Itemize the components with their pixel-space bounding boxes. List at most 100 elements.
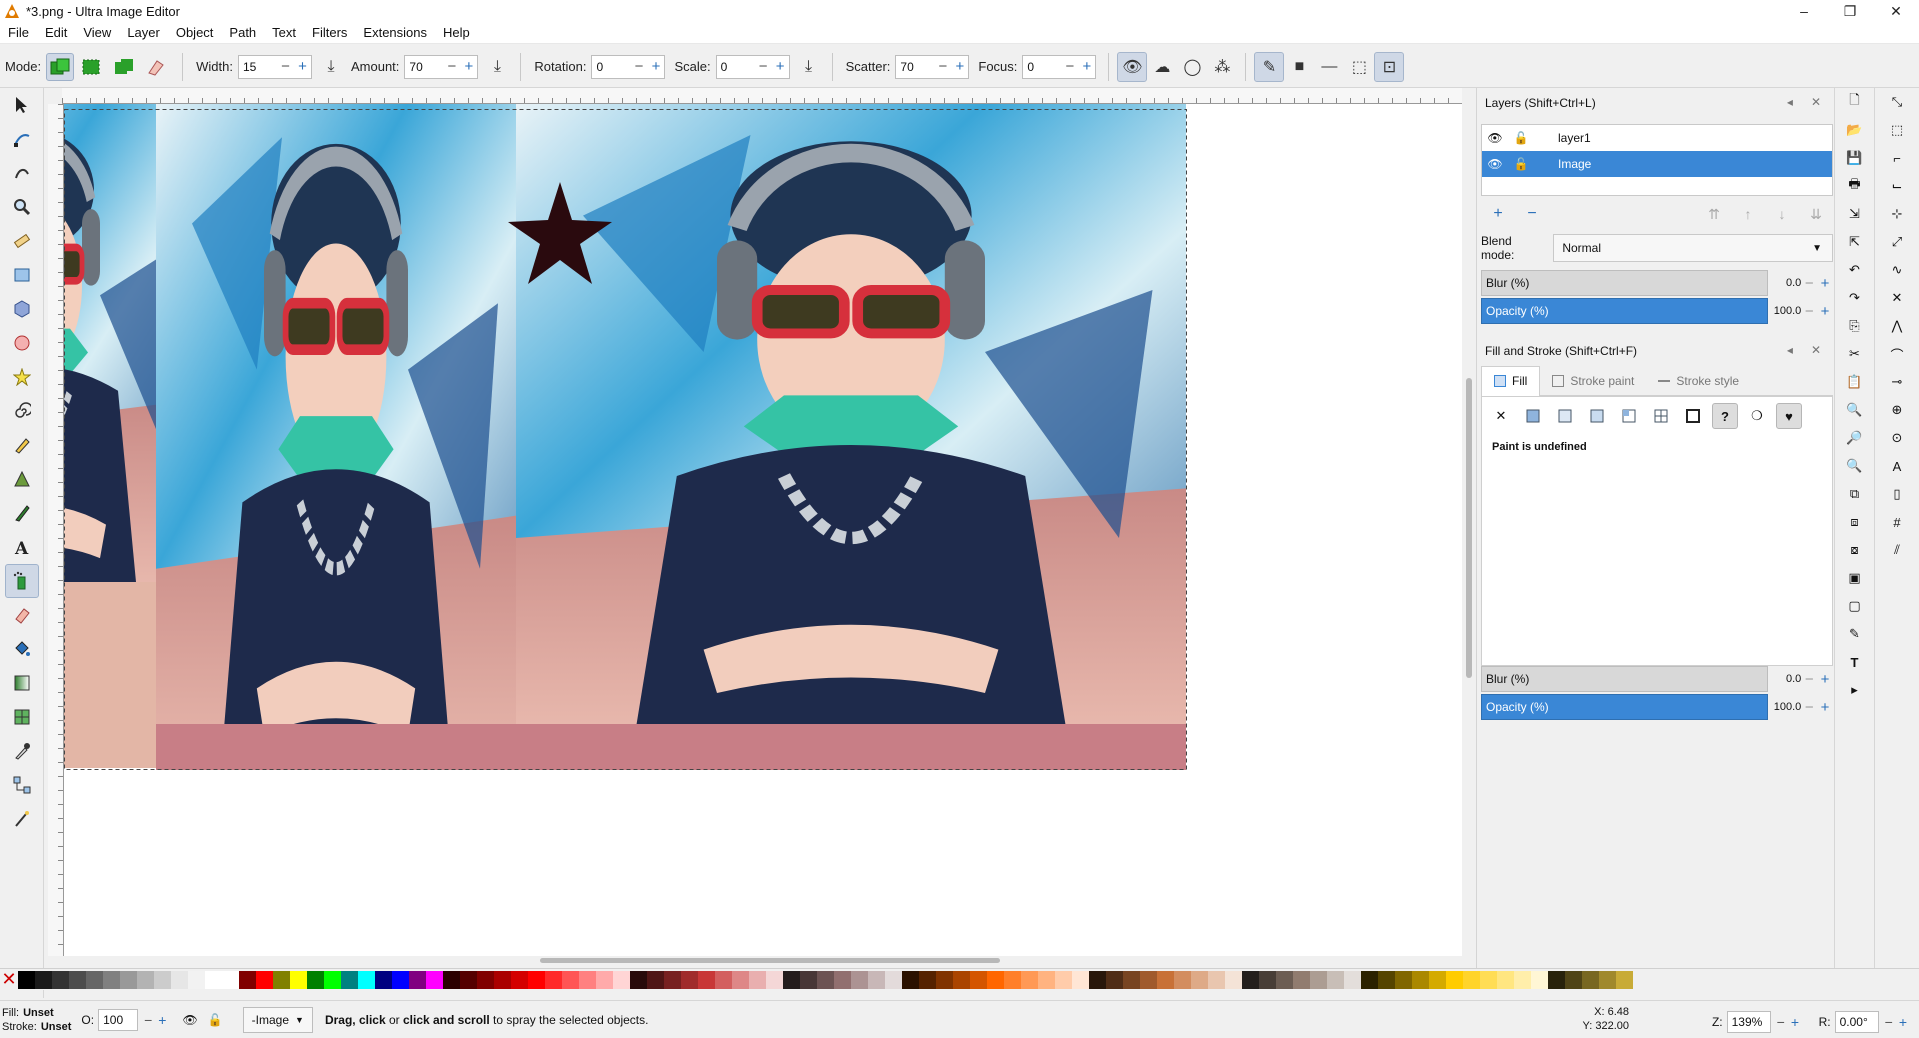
- color-swatch[interactable]: [1123, 970, 1140, 989]
- undo-icon[interactable]: ↶: [1841, 256, 1869, 284]
- color-swatch[interactable]: [647, 970, 664, 989]
- width-increment[interactable]: +: [294, 56, 311, 78]
- zoom-increment[interactable]: +: [1791, 1014, 1799, 1030]
- fill-blur-slider[interactable]: Blur (%) 0.0 − +: [1481, 666, 1833, 692]
- blur-decrement[interactable]: −: [1801, 671, 1817, 688]
- opacity-value[interactable]: 100.0: [1768, 305, 1802, 317]
- menu-text[interactable]: Text: [264, 25, 304, 40]
- menu-extensions[interactable]: Extensions: [355, 25, 435, 40]
- menu-view[interactable]: View: [75, 25, 119, 40]
- vertical-scrollbar[interactable]: [1462, 88, 1476, 956]
- dock-collapse-icon[interactable]: ◂: [1787, 95, 1793, 109]
- pencil-tool-icon[interactable]: [5, 428, 39, 462]
- opacity-decrement[interactable]: −: [144, 1012, 152, 1028]
- color-swatch[interactable]: [18, 970, 35, 989]
- lower-layer-icon[interactable]: ↓: [1765, 206, 1799, 223]
- linear-gradient-icon[interactable]: [1552, 403, 1578, 429]
- radial-gradient-icon[interactable]: [1584, 403, 1610, 429]
- color-swatch[interactable]: [1463, 970, 1480, 989]
- blur-track[interactable]: Blur (%): [1481, 270, 1768, 296]
- zoom-decrement[interactable]: −: [1777, 1014, 1785, 1030]
- color-swatch[interactable]: [392, 970, 409, 989]
- color-swatch[interactable]: [919, 970, 936, 989]
- amount-increment[interactable]: +: [460, 56, 477, 78]
- color-swatch[interactable]: [1565, 970, 1582, 989]
- color-swatch[interactable]: [375, 970, 392, 989]
- scatter-spinbox[interactable]: 70− +: [895, 54, 970, 79]
- color-swatch[interactable]: [1140, 970, 1157, 989]
- amount-spinbox[interactable]: 70− +: [404, 54, 479, 79]
- color-swatch[interactable]: [341, 970, 358, 989]
- color-swatch[interactable]: [715, 970, 732, 989]
- color-swatch[interactable]: [698, 970, 715, 989]
- mesh-tool-icon[interactable]: [5, 700, 39, 734]
- rotation-increment[interactable]: +: [1899, 1014, 1907, 1030]
- color-swatch[interactable]: [137, 970, 154, 989]
- dock-collapse-icon[interactable]: ◂: [1787, 343, 1793, 357]
- scatter-decrement[interactable]: −: [934, 56, 951, 78]
- color-swatch[interactable]: [1446, 970, 1463, 989]
- color-swatch[interactable]: [103, 970, 120, 989]
- zoom-input[interactable]: 139%: [1726, 1011, 1771, 1033]
- lpe-tool-icon[interactable]: [5, 802, 39, 836]
- vertical-scroll-thumb[interactable]: [1466, 378, 1472, 678]
- color-swatch[interactable]: [409, 970, 426, 989]
- copy-icon[interactable]: ⎘: [1841, 312, 1869, 340]
- amount-value[interactable]: 70: [405, 60, 443, 74]
- lower-to-bottom-icon[interactable]: ⇊: [1799, 206, 1833, 223]
- width-spinbox[interactable]: 15− +: [237, 54, 312, 79]
- opacity-input[interactable]: 100: [98, 1008, 139, 1031]
- raise-layer-icon[interactable]: ↑: [1731, 206, 1765, 223]
- minimize-button[interactable]: –: [1781, 0, 1827, 22]
- color-swatch[interactable]: [800, 970, 817, 989]
- snap-nodes-icon[interactable]: ⤢: [1883, 228, 1911, 256]
- no-paint-icon[interactable]: ✕: [1488, 403, 1514, 429]
- mode-union-button[interactable]: [110, 53, 138, 81]
- color-swatch[interactable]: [1429, 970, 1446, 989]
- line-icon[interactable]: —: [1314, 52, 1344, 82]
- focus-value[interactable]: 0: [1023, 60, 1061, 74]
- zoom-selection-icon[interactable]: 🔍: [1841, 396, 1869, 424]
- color-swatch[interactable]: [256, 970, 273, 989]
- color-swatch[interactable]: [1208, 970, 1225, 989]
- opacity-increment[interactable]: +: [1817, 303, 1833, 320]
- color-swatch[interactable]: [511, 970, 528, 989]
- color-swatch[interactable]: [1259, 970, 1276, 989]
- color-swatch[interactable]: [239, 970, 256, 989]
- blur-increment[interactable]: +: [1817, 275, 1833, 292]
- snap-grid-icon[interactable]: #: [1883, 508, 1911, 536]
- no-paint-swatch[interactable]: ✕: [0, 969, 18, 989]
- fill-rule-nonzero-icon[interactable]: ♥: [1776, 403, 1802, 429]
- color-swatch[interactable]: [749, 970, 766, 989]
- color-swatch[interactable]: [1344, 970, 1361, 989]
- scale-value[interactable]: 0: [717, 60, 755, 74]
- fill-square-icon[interactable]: ■: [1284, 52, 1314, 82]
- tab-stroke-style-label[interactable]: Stroke style: [1676, 374, 1739, 388]
- measure-tool-icon[interactable]: [5, 224, 39, 258]
- scatter-value[interactable]: 70: [896, 60, 934, 74]
- color-swatch[interactable]: [358, 970, 375, 989]
- zoom-drawing-icon[interactable]: 🔎: [1841, 424, 1869, 452]
- clone-icon[interactable]: ⧈: [1841, 508, 1869, 536]
- menu-file[interactable]: File: [0, 25, 37, 40]
- fill-rule-evenodd-icon[interactable]: ❍: [1744, 403, 1770, 429]
- gradient-tool-icon[interactable]: [5, 666, 39, 700]
- color-swatch[interactable]: [902, 970, 919, 989]
- opacity-increment[interactable]: +: [158, 1012, 166, 1028]
- paste-icon[interactable]: 📋: [1841, 368, 1869, 396]
- group-icon[interactable]: ▣: [1841, 564, 1869, 592]
- layer-blur-slider[interactable]: Blur (%) 0.0 − +: [1481, 270, 1833, 296]
- more-icon[interactable]: ▸: [1841, 676, 1869, 704]
- spiral-tool-icon[interactable]: [5, 394, 39, 428]
- eraser-tool-icon[interactable]: [5, 598, 39, 632]
- opacity-decrement[interactable]: −: [1801, 303, 1817, 320]
- snap-smooth-icon[interactable]: ⌒: [1883, 340, 1911, 368]
- color-swatch[interactable]: [562, 970, 579, 989]
- color-swatch[interactable]: [460, 970, 477, 989]
- horizontal-scrollbar[interactable]: [64, 956, 1462, 966]
- blur-value[interactable]: 0.0: [1768, 277, 1801, 289]
- color-swatch[interactable]: [86, 970, 103, 989]
- opacity-value[interactable]: 100.0: [1768, 701, 1802, 713]
- color-swatch[interactable]: [1395, 970, 1412, 989]
- tab-fill[interactable]: Fill: [1481, 365, 1541, 396]
